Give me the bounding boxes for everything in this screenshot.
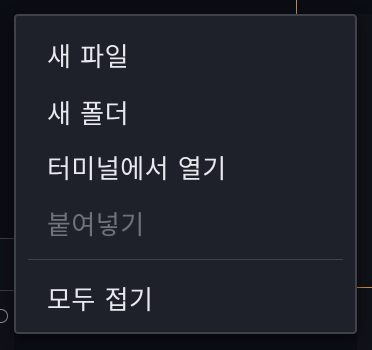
menu-item-new-file[interactable]: 새 파일 [16, 30, 355, 80]
menu-item-label: 모두 접기 [47, 285, 154, 316]
menu-item-new-folder[interactable]: 새 폴더 [16, 87, 355, 137]
sidebar-divider [0, 290, 14, 291]
context-menu: 새 파일 새 폴더 터미널에서 열기 붙여넣기 모두 접기 [14, 14, 357, 334]
menu-item-label: 붙여넣기 [47, 210, 145, 241]
editor-accent-line [357, 287, 372, 288]
menu-item-paste: 붙여넣기 [16, 198, 355, 248]
menu-item-label: 새 폴더 [47, 99, 130, 130]
menu-item-label: 새 파일 [47, 42, 130, 73]
editor-right-panel [357, 14, 372, 350]
sidebar-fragment [0, 238, 14, 350]
editor-background: 새 파일 새 폴더 터미널에서 열기 붙여넣기 모두 접기 [0, 0, 372, 350]
menu-item-open-in-terminal[interactable]: 터미널에서 열기 [16, 142, 355, 192]
menu-item-label: 터미널에서 열기 [47, 154, 227, 185]
menu-separator [28, 259, 343, 260]
editor-guide-line [296, 0, 297, 14]
menu-item-collapse-all[interactable]: 모두 접기 [16, 273, 355, 323]
